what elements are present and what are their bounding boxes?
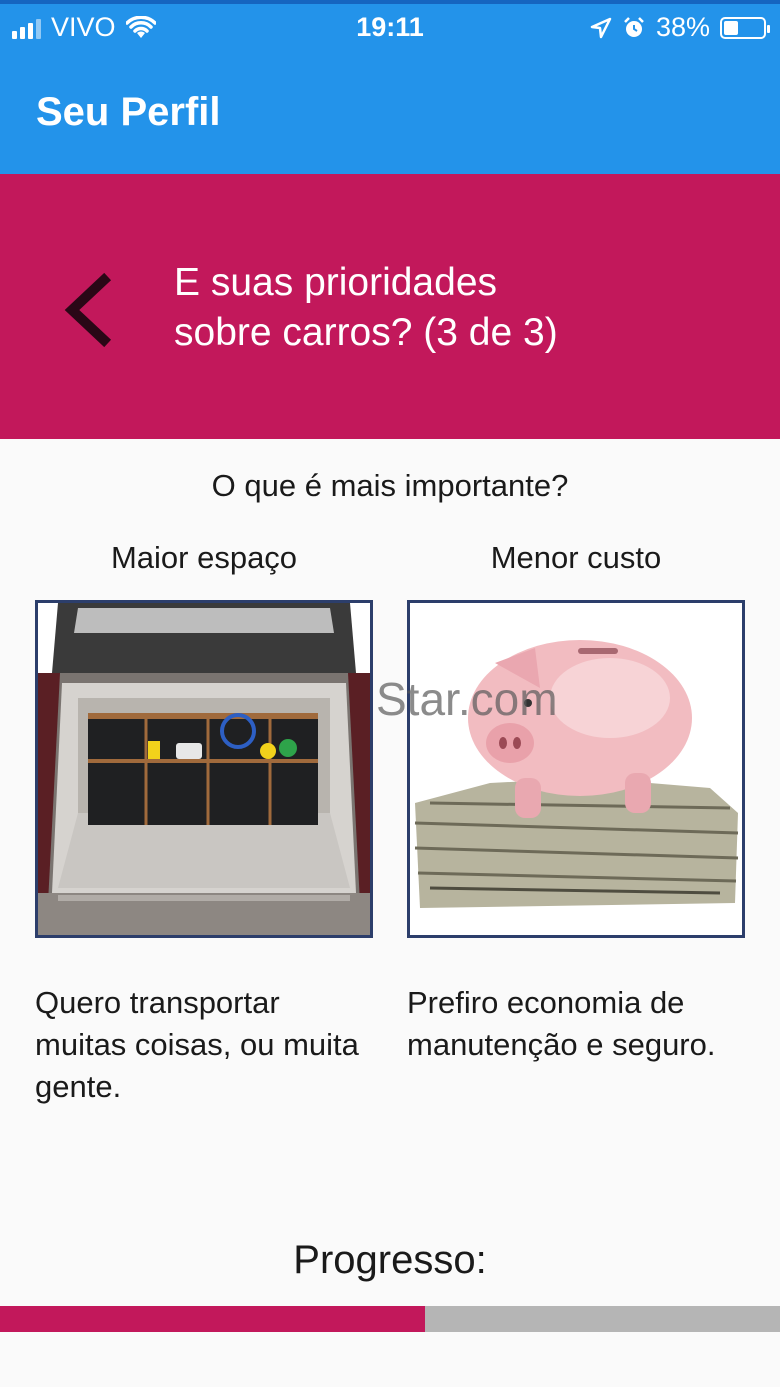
- location-arrow-icon: [590, 17, 612, 38]
- option-description: Quero transportar muitas coisas, ou muit…: [35, 985, 359, 1104]
- option-description: Prefiro economia de manutenção e seguro.: [407, 985, 716, 1062]
- status-right: 38%: [590, 12, 770, 43]
- option-menor-custo[interactable]: Menor custo Prefiro economia de manutenç…: [407, 540, 745, 1066]
- battery-level: [724, 20, 739, 35]
- progress-bar: [0, 1306, 780, 1332]
- question-prompt: O que é mais importante?: [211, 468, 569, 503]
- option-label: Maior espaço: [110, 540, 298, 575]
- banner-title-line2: sobre carros? (3 de 3): [174, 311, 558, 354]
- progress-label: Progresso:: [293, 1238, 487, 1282]
- battery-icon: [720, 16, 770, 39]
- watermark: Star.com: [376, 673, 558, 725]
- option-maior-espaco[interactable]: Maior espaço Quero transportar muitas co…: [35, 540, 373, 1108]
- app-bar: Seu Perfil: [0, 52, 780, 174]
- progress-bar-fill: [0, 1306, 426, 1332]
- option-label: Menor custo: [490, 540, 662, 575]
- chevron-left-icon[interactable]: [58, 270, 118, 350]
- page-title: Seu Perfil: [36, 90, 221, 134]
- alarm-icon: [624, 16, 644, 37]
- status-bar: VIVO 19:11 38%: [0, 0, 780, 52]
- piggy-bank-image[interactable]: [407, 600, 745, 938]
- banner-title-line1: E suas prioridades: [174, 261, 498, 304]
- battery-percent: 38%: [655, 12, 710, 42]
- car-trunk-image[interactable]: [35, 600, 373, 938]
- banner-title: E suas prioridades sobre carros? (3 de 3…: [174, 258, 754, 358]
